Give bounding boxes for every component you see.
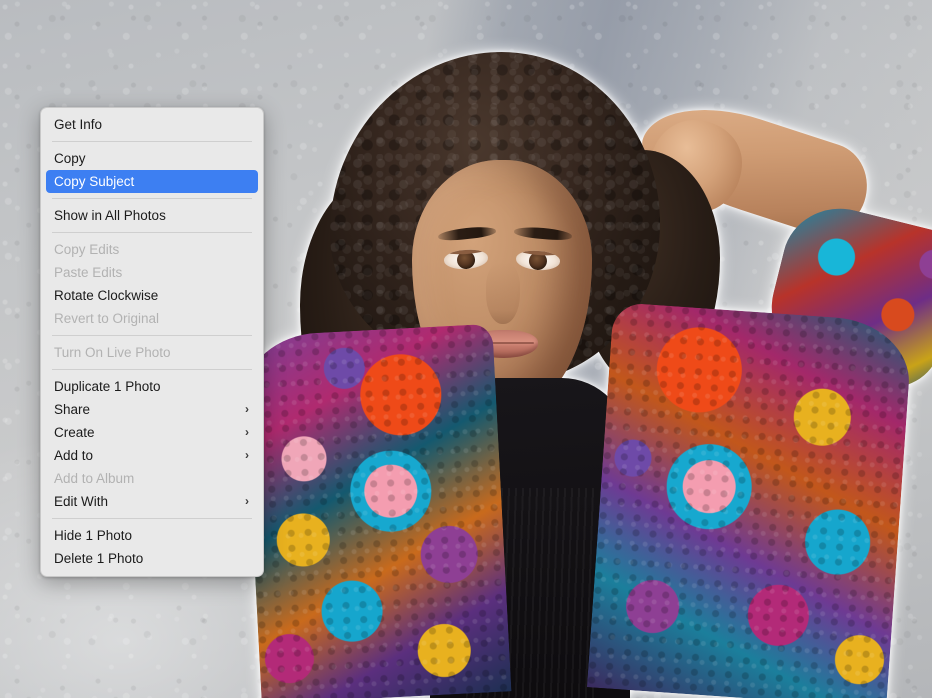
menu-item-edit-with[interactable]: Edit With› bbox=[46, 490, 258, 513]
menu-separator bbox=[52, 141, 252, 142]
menu-item-turn-on-live-photo: Turn On Live Photo bbox=[46, 341, 258, 364]
screen: Get Info CopyCopy Subject Show in All Phot… bbox=[0, 0, 932, 698]
menu-separator bbox=[52, 369, 252, 370]
menu-item-add-to[interactable]: Add to› bbox=[46, 444, 258, 467]
menu-item-hide-1-photo[interactable]: Hide 1 Photo bbox=[46, 524, 258, 547]
chevron-right-icon: › bbox=[245, 421, 249, 444]
menu-item-delete-1-photo[interactable]: Delete 1 Photo bbox=[46, 547, 258, 570]
menu-separator bbox=[52, 232, 252, 233]
menu-item-add-to-album: Add to Album bbox=[46, 467, 258, 490]
chevron-right-icon: › bbox=[245, 444, 249, 467]
menu-item-copy-subject[interactable]: Copy Subject bbox=[46, 170, 258, 193]
menu-item-revert-to-original: Revert to Original bbox=[46, 307, 258, 330]
menu-item-share[interactable]: Share› bbox=[46, 398, 258, 421]
context-menu[interactable]: Get Info CopyCopy Subject Show in All Phot… bbox=[40, 107, 264, 577]
menu-item-create[interactable]: Create› bbox=[46, 421, 258, 444]
menu-item-show-in-all-photos[interactable]: Show in All Photos bbox=[46, 204, 258, 227]
menu-separator bbox=[52, 518, 252, 519]
chevron-right-icon: › bbox=[245, 398, 249, 421]
chevron-right-icon: › bbox=[245, 490, 249, 513]
menu-item-copy[interactable]: Copy bbox=[46, 147, 258, 170]
menu-item-duplicate-1-photo[interactable]: Duplicate 1 Photo bbox=[46, 375, 258, 398]
menu-separator bbox=[52, 198, 252, 199]
menu-item-paste-edits: Paste Edits bbox=[46, 261, 258, 284]
menu-separator bbox=[52, 335, 252, 336]
menu-item-get-info[interactable]: Get Info bbox=[46, 113, 258, 136]
menu-item-copy-edits: Copy Edits bbox=[46, 238, 258, 261]
menu-item-rotate-clockwise[interactable]: Rotate Clockwise bbox=[46, 284, 258, 307]
